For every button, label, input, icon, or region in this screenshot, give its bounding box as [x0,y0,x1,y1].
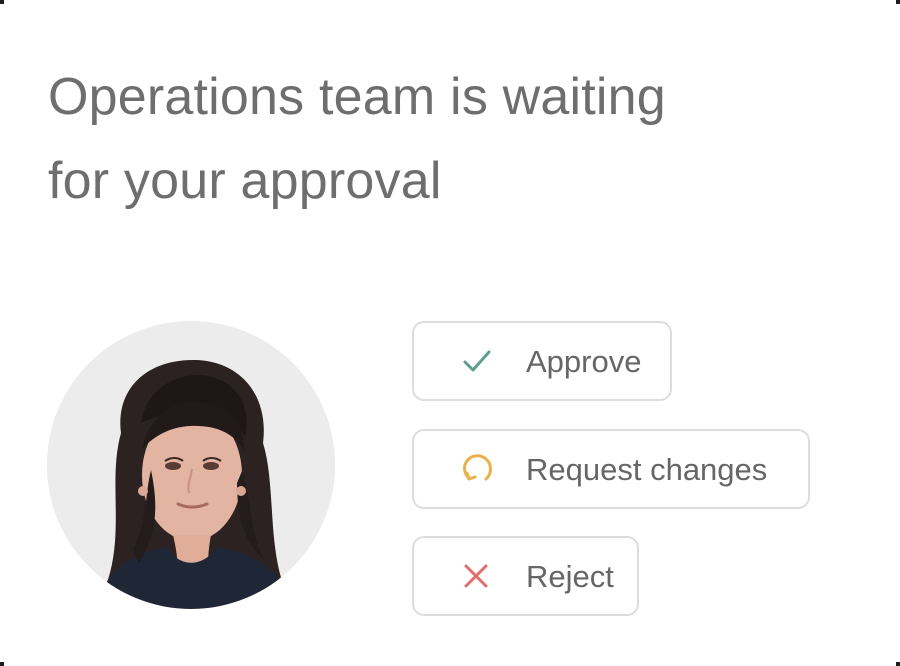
approve-button[interactable]: Approve [412,321,672,401]
approve-label: Approve [526,344,642,379]
reject-button[interactable]: Reject [412,536,639,616]
corner-mark-top-right [896,0,900,4]
check-icon [456,341,496,381]
request-changes-label: Request changes [526,452,768,487]
corner-mark-top-left [0,0,4,4]
corner-mark-bottom-left [0,662,4,666]
approver-avatar [47,321,335,609]
refresh-icon [456,449,496,489]
reject-label: Reject [526,559,614,594]
person-photo [47,321,335,609]
close-icon [456,556,496,596]
request-changes-button[interactable]: Request changes [412,429,810,509]
headline-line-2: for your approval [48,152,442,210]
corner-mark-bottom-right [896,662,900,666]
approval-headline: Operations team is waiting for your appr… [48,55,808,223]
approval-actions: Approve Request changes Reject [412,321,832,621]
headline-line-1: Operations team is waiting [48,68,666,126]
approval-card: Operations team is waiting for your appr… [0,0,900,666]
